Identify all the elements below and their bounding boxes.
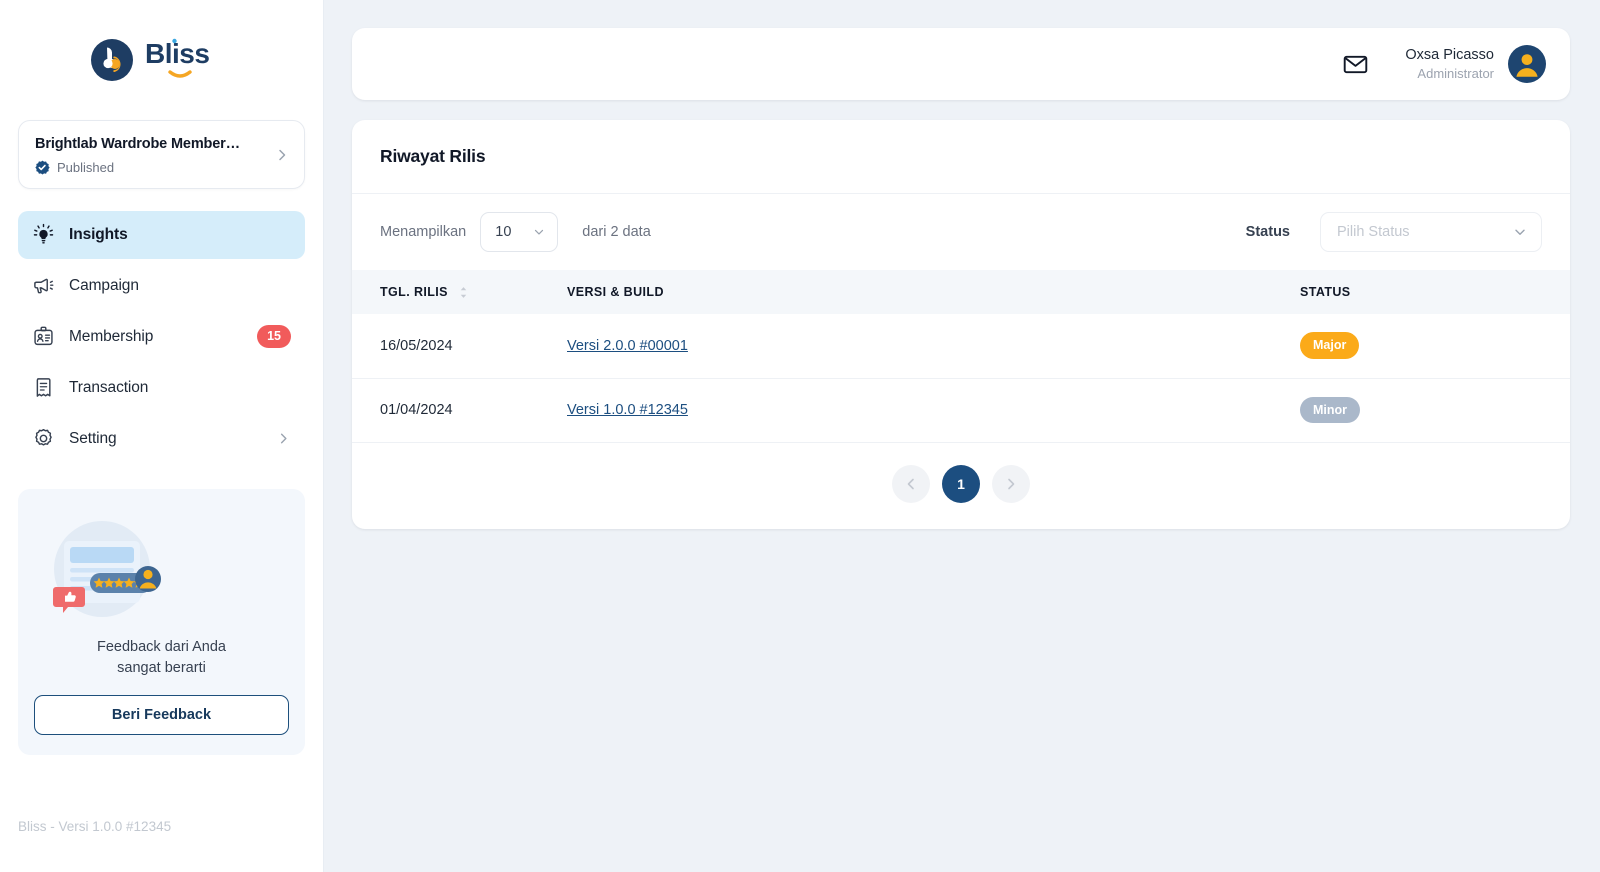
version-link[interactable]: Versi 2.0.0 #00001 bbox=[567, 338, 688, 354]
status-filter-select[interactable]: Pilih Status bbox=[1320, 212, 1542, 252]
pagination: 1 bbox=[352, 443, 1570, 529]
sidebar-version-footer: Bliss - Versi 1.0.0 #12345 bbox=[18, 819, 172, 834]
cell-version: Versi 2.0.0 #00001 bbox=[567, 314, 1300, 378]
column-header-status: STATUS bbox=[1300, 285, 1351, 299]
user-name: Oxsa Picasso bbox=[1405, 46, 1494, 63]
cell-version: Versi 1.0.0 #12345 bbox=[567, 378, 1300, 442]
user-menu[interactable]: Oxsa Picasso Administrator bbox=[1405, 45, 1546, 83]
table-header-row: TGL. RILIS VERSI & BUILD STATUS bbox=[352, 270, 1570, 314]
release-history-card: Riwayat Rilis Menampilkan 10 dari 2 data… bbox=[352, 120, 1570, 529]
sidebar-item-label: Membership bbox=[69, 327, 154, 345]
page-title: Riwayat Rilis bbox=[380, 146, 486, 166]
membership-count-badge: 15 bbox=[257, 325, 291, 349]
chevron-right-icon bbox=[276, 431, 291, 446]
give-feedback-button[interactable]: Beri Feedback bbox=[34, 694, 289, 735]
user-avatar-icon bbox=[1508, 45, 1546, 83]
feedback-card: Feedback dari Anda sangat berarti Beri F… bbox=[18, 488, 305, 755]
feedback-review-illustration bbox=[34, 511, 289, 623]
id-card-icon bbox=[32, 325, 55, 348]
project-info: Brightlab Wardrobe Member… Published bbox=[35, 135, 274, 175]
table-row[interactable]: 01/04/2024 Versi 1.0.0 #12345 Minor bbox=[352, 378, 1570, 442]
sidebar-item-membership[interactable]: Membership 15 bbox=[18, 313, 305, 361]
status-badge: Minor bbox=[1300, 396, 1361, 424]
user-role: Administrator bbox=[1417, 65, 1494, 81]
feedback-text-line1: Feedback dari Anda bbox=[97, 638, 226, 655]
chevron-down-icon bbox=[1512, 224, 1528, 240]
table-head: TGL. RILIS VERSI & BUILD STATUS bbox=[352, 270, 1570, 314]
lightbulb-icon bbox=[32, 223, 55, 246]
cell-status: Minor bbox=[1300, 378, 1570, 442]
column-header-label: TGL. RILIS bbox=[380, 285, 448, 299]
page-size-select[interactable]: 10 bbox=[480, 212, 559, 252]
feedback-text: Feedback dari Anda sangat berarti bbox=[34, 637, 289, 679]
svg-text:Bliss: Bliss bbox=[145, 38, 209, 69]
table-row[interactable]: 16/05/2024 Versi 2.0.0 #00001 Major bbox=[352, 314, 1570, 378]
card-header: Riwayat Rilis bbox=[352, 120, 1570, 194]
sidebar-item-setting[interactable]: Setting bbox=[18, 415, 305, 463]
feedback-text-line2: sangat berarti bbox=[117, 659, 206, 676]
column-header-version: VERSI & BUILD bbox=[567, 285, 664, 299]
filter-bar: Menampilkan 10 dari 2 data Status Pilih … bbox=[352, 194, 1570, 270]
sidebar-item-insights[interactable]: Insights bbox=[18, 210, 305, 259]
sidebar: Bliss Brightlab Wardrobe Member… Publish… bbox=[0, 0, 324, 872]
user-meta: Oxsa Picasso Administrator bbox=[1405, 46, 1494, 82]
status-filter-placeholder: Pilih Status bbox=[1337, 224, 1410, 240]
main-content: Oxsa Picasso Administrator Riwayat Rilis… bbox=[324, 0, 1600, 872]
sidebar-item-label: Campaign bbox=[69, 276, 139, 294]
sidebar-item-label: Insights bbox=[69, 225, 128, 243]
cell-status: Major bbox=[1300, 314, 1570, 378]
status-badge: Major bbox=[1300, 332, 1360, 360]
verified-badge-icon bbox=[35, 160, 50, 175]
chevron-right-icon bbox=[1003, 476, 1019, 492]
bliss-logo-icon bbox=[90, 38, 134, 82]
chevron-right-icon bbox=[274, 147, 290, 163]
brand-wordmark: Bliss bbox=[145, 35, 233, 86]
cell-release-date: 01/04/2024 bbox=[380, 402, 453, 418]
chevron-left-icon bbox=[903, 476, 919, 492]
pagination-page-1[interactable]: 1 bbox=[942, 464, 980, 503]
sidebar-item-campaign[interactable]: Campaign bbox=[18, 262, 305, 310]
brand-logo[interactable]: Bliss bbox=[18, 0, 305, 120]
app-root: Bliss Brightlab Wardrobe Member… Publish… bbox=[0, 0, 1600, 872]
sidebar-item-label: Transaction bbox=[69, 378, 149, 396]
date-header-inner: TGL. RILIS bbox=[380, 285, 567, 300]
cell-release-date: 16/05/2024 bbox=[380, 337, 453, 354]
sidebar-item-transaction[interactable]: Transaction bbox=[18, 364, 305, 412]
sidebar-nav: Insights Campaign Membership 15 Transact… bbox=[18, 210, 305, 463]
megaphone-icon bbox=[32, 274, 55, 297]
chevron-down-icon bbox=[532, 225, 546, 239]
sidebar-item-label: Setting bbox=[69, 429, 117, 447]
top-bar: Oxsa Picasso Administrator bbox=[352, 28, 1570, 100]
project-title: Brightlab Wardrobe Member… bbox=[35, 136, 241, 152]
project-status: Published bbox=[35, 160, 274, 175]
table-body: 16/05/2024 Versi 2.0.0 #00001 Major 01/0… bbox=[352, 314, 1570, 442]
version-link[interactable]: Versi 1.0.0 #12345 bbox=[567, 402, 688, 418]
project-status-label: Published bbox=[57, 159, 115, 175]
sort-updown-icon[interactable] bbox=[458, 285, 469, 300]
record-count-text: dari 2 data bbox=[582, 224, 651, 240]
page-size-value: 10 bbox=[495, 224, 512, 240]
project-selector-card[interactable]: Brightlab Wardrobe Member… Published bbox=[18, 120, 305, 189]
receipt-icon bbox=[32, 376, 55, 399]
status-filter-label: Status bbox=[1245, 224, 1290, 240]
column-header-date[interactable]: TGL. RILIS bbox=[352, 270, 567, 314]
release-history-table: TGL. RILIS VERSI & BUILD STATUS 16/05/20… bbox=[352, 270, 1570, 443]
pagination-next-button[interactable] bbox=[992, 464, 1030, 503]
gear-icon bbox=[32, 427, 55, 450]
pagination-prev-button[interactable] bbox=[892, 464, 930, 503]
mail-envelope-icon[interactable] bbox=[1342, 51, 1369, 78]
show-label: Menampilkan bbox=[380, 224, 467, 240]
